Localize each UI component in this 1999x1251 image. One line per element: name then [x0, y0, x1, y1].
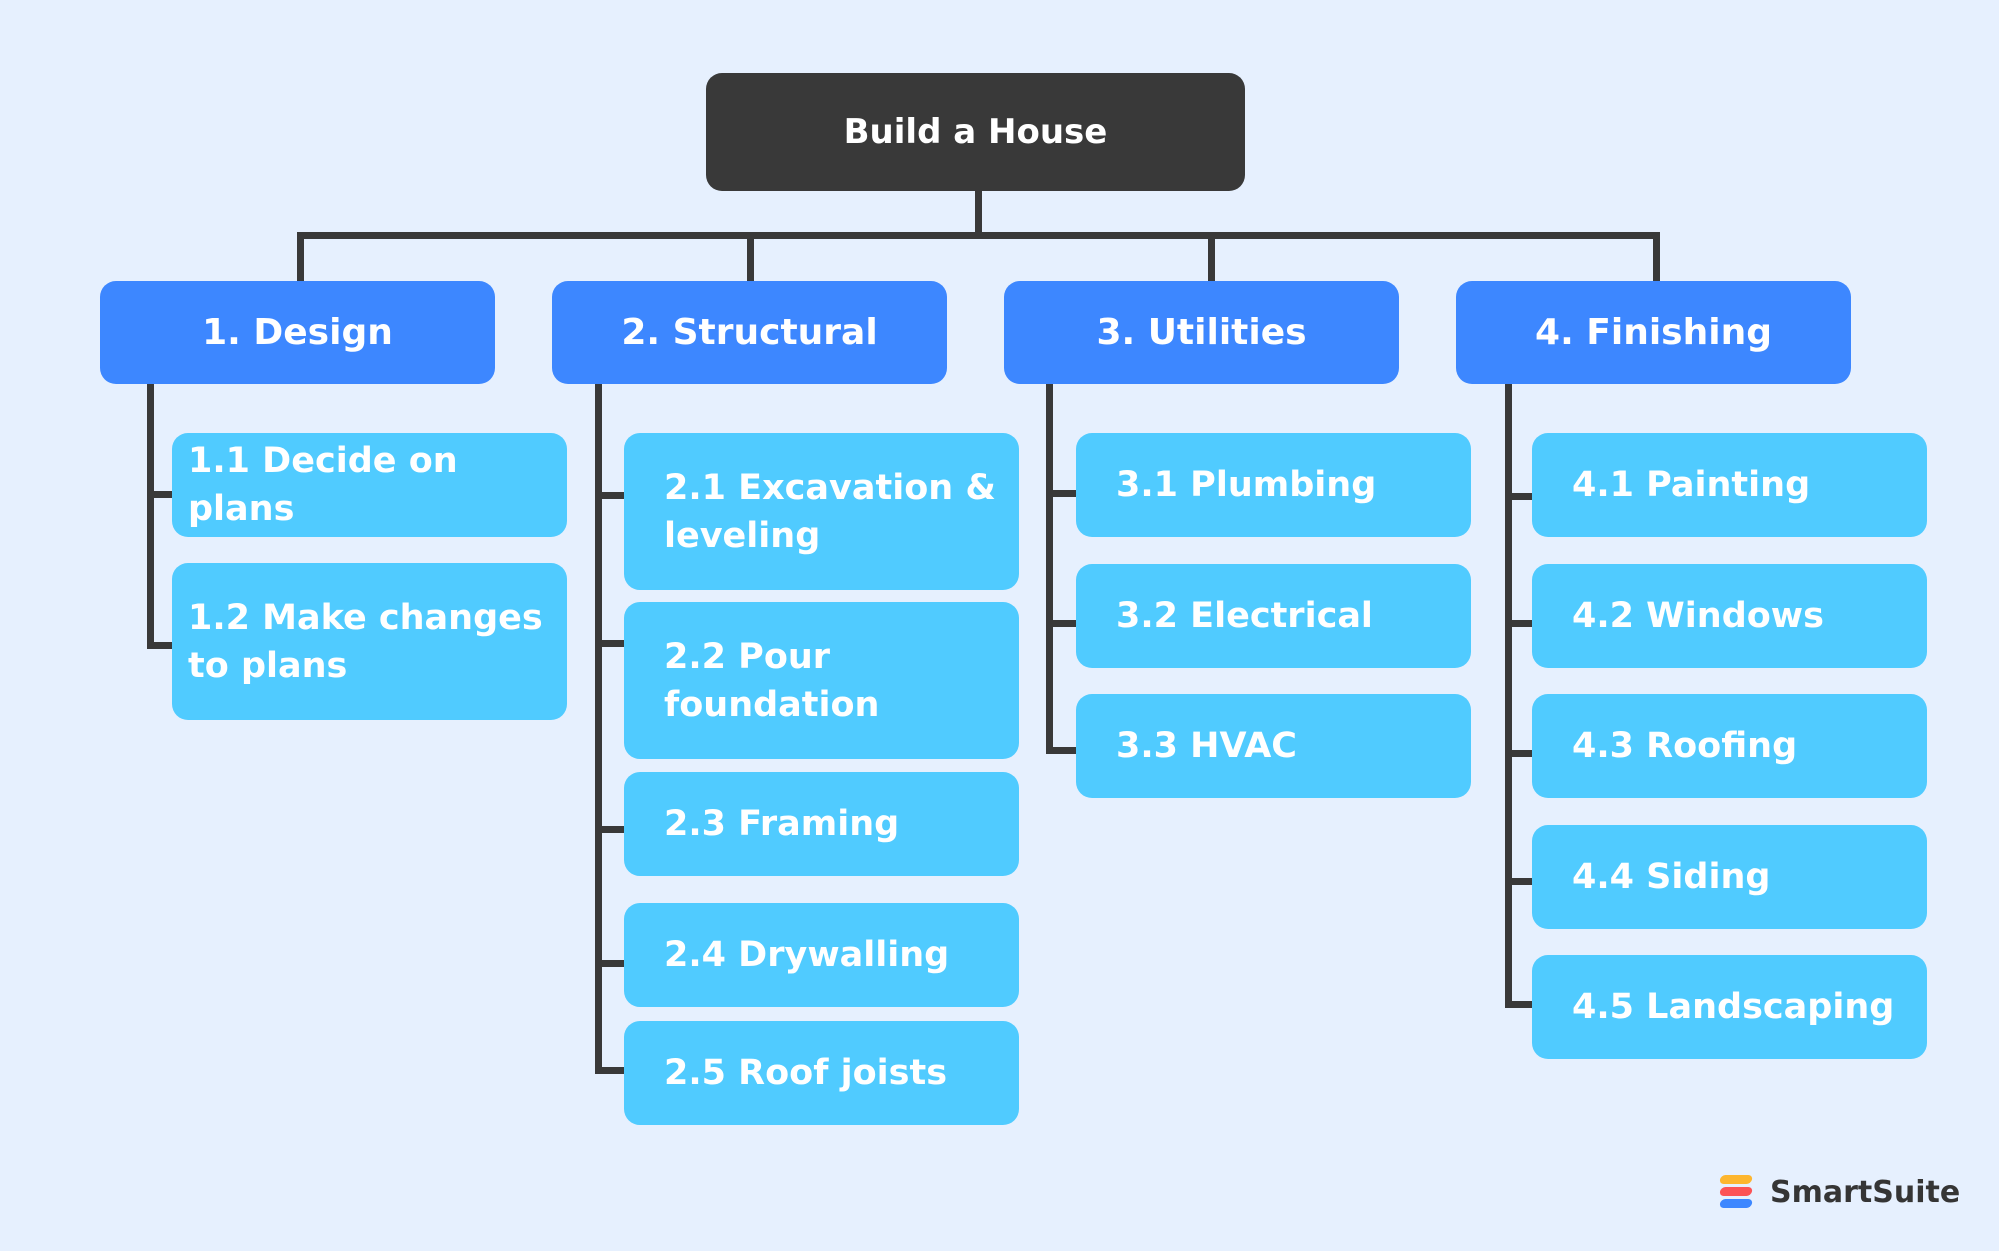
- logo-bar-top: [1719, 1175, 1753, 1184]
- task-connector: [1505, 620, 1533, 627]
- category-1-stem-connector: [297, 232, 304, 282]
- root-node[interactable]: Build a House: [706, 73, 1245, 191]
- task-connector: [595, 960, 625, 967]
- task-label: 2.5 Roof joists: [664, 1053, 948, 1093]
- task-connector: [1505, 878, 1533, 885]
- task-node-2-5[interactable]: 2.5 Roof joists: [624, 1021, 1019, 1125]
- task-node-2-1[interactable]: 2.1 Excavation & leveling: [624, 433, 1019, 590]
- task-node-2-3[interactable]: 2.3 Framing: [624, 772, 1019, 876]
- task-node-3-2[interactable]: 3.2 Electrical: [1076, 564, 1471, 668]
- category-label: 3. Utilities: [1096, 312, 1307, 353]
- category-2-spine: [595, 384, 602, 1074]
- smartsuite-logo-icon: [1719, 1175, 1753, 1209]
- task-connector: [1046, 620, 1077, 627]
- task-node-4-3[interactable]: 4.3 Roofing: [1532, 694, 1927, 798]
- category-label: 4. Finishing: [1535, 312, 1772, 353]
- task-node-4-4[interactable]: 4.4 Siding: [1532, 825, 1927, 929]
- task-connector: [1505, 493, 1533, 500]
- brand-logo: SmartSuite: [1719, 1172, 1961, 1212]
- category-node-structural[interactable]: 2. Structural: [552, 281, 947, 384]
- brand-name: SmartSuite: [1770, 1174, 1961, 1210]
- task-label: 3.3 HVAC: [1116, 726, 1297, 766]
- root-label: Build a House: [843, 112, 1108, 152]
- task-node-2-4[interactable]: 2.4 Drywalling: [624, 903, 1019, 1007]
- root-horizontal-connector: [297, 232, 1660, 239]
- task-connector: [595, 1067, 625, 1074]
- task-label: 3.2 Electrical: [1116, 596, 1373, 636]
- category-4-spine: [1505, 384, 1512, 1008]
- task-label: 4.3 Roofing: [1572, 726, 1798, 766]
- task-node-1-1[interactable]: 1.1 Decide on plans: [172, 433, 567, 537]
- category-2-stem-connector: [747, 232, 754, 282]
- task-connector: [147, 491, 173, 498]
- category-node-finishing[interactable]: 4. Finishing: [1456, 281, 1851, 384]
- category-label: 1. Design: [202, 312, 393, 353]
- task-node-1-2[interactable]: 1.2 Make changes to plans: [172, 563, 567, 720]
- task-label: 4.1 Painting: [1572, 465, 1811, 505]
- task-label: 1.1 Decide on plans: [188, 441, 458, 529]
- category-3-spine: [1046, 384, 1053, 754]
- logo-bar-bottom: [1719, 1199, 1753, 1208]
- task-node-4-5[interactable]: 4.5 Landscaping: [1532, 955, 1927, 1059]
- task-node-2-2[interactable]: 2.2 Pour foundation: [624, 602, 1019, 759]
- task-node-4-2[interactable]: 4.2 Windows: [1532, 564, 1927, 668]
- task-connector: [595, 640, 625, 647]
- task-label: 4.2 Windows: [1572, 596, 1824, 636]
- task-node-3-3[interactable]: 3.3 HVAC: [1076, 694, 1471, 798]
- category-label: 2. Structural: [621, 312, 878, 353]
- task-connector: [1505, 1001, 1533, 1008]
- task-connector: [1046, 490, 1077, 497]
- task-label: 4.5 Landscaping: [1572, 987, 1895, 1027]
- category-node-design[interactable]: 1. Design: [100, 281, 495, 384]
- task-connector: [595, 826, 625, 833]
- task-label: 2.3 Framing: [664, 804, 900, 844]
- task-label: 2.1 Excavation & leveling: [664, 467, 996, 556]
- task-label: 3.1 Plumbing: [1116, 465, 1377, 505]
- task-node-3-1[interactable]: 3.1 Plumbing: [1076, 433, 1471, 537]
- task-label: 4.4 Siding: [1572, 857, 1771, 897]
- category-4-stem-connector: [1653, 232, 1660, 282]
- task-label: 2.2 Pour foundation: [664, 636, 880, 725]
- task-connector: [147, 642, 173, 649]
- category-node-utilities[interactable]: 3. Utilities: [1004, 281, 1399, 384]
- task-connector: [1505, 750, 1533, 757]
- category-3-stem-connector: [1208, 232, 1215, 282]
- task-label: 2.4 Drywalling: [664, 935, 950, 975]
- task-connector: [1046, 747, 1077, 754]
- category-1-spine: [147, 384, 154, 649]
- task-node-4-1[interactable]: 4.1 Painting: [1532, 433, 1927, 537]
- task-connector: [595, 492, 625, 499]
- logo-bar-middle: [1719, 1187, 1753, 1196]
- task-label: 1.2 Make changes to plans: [188, 597, 543, 686]
